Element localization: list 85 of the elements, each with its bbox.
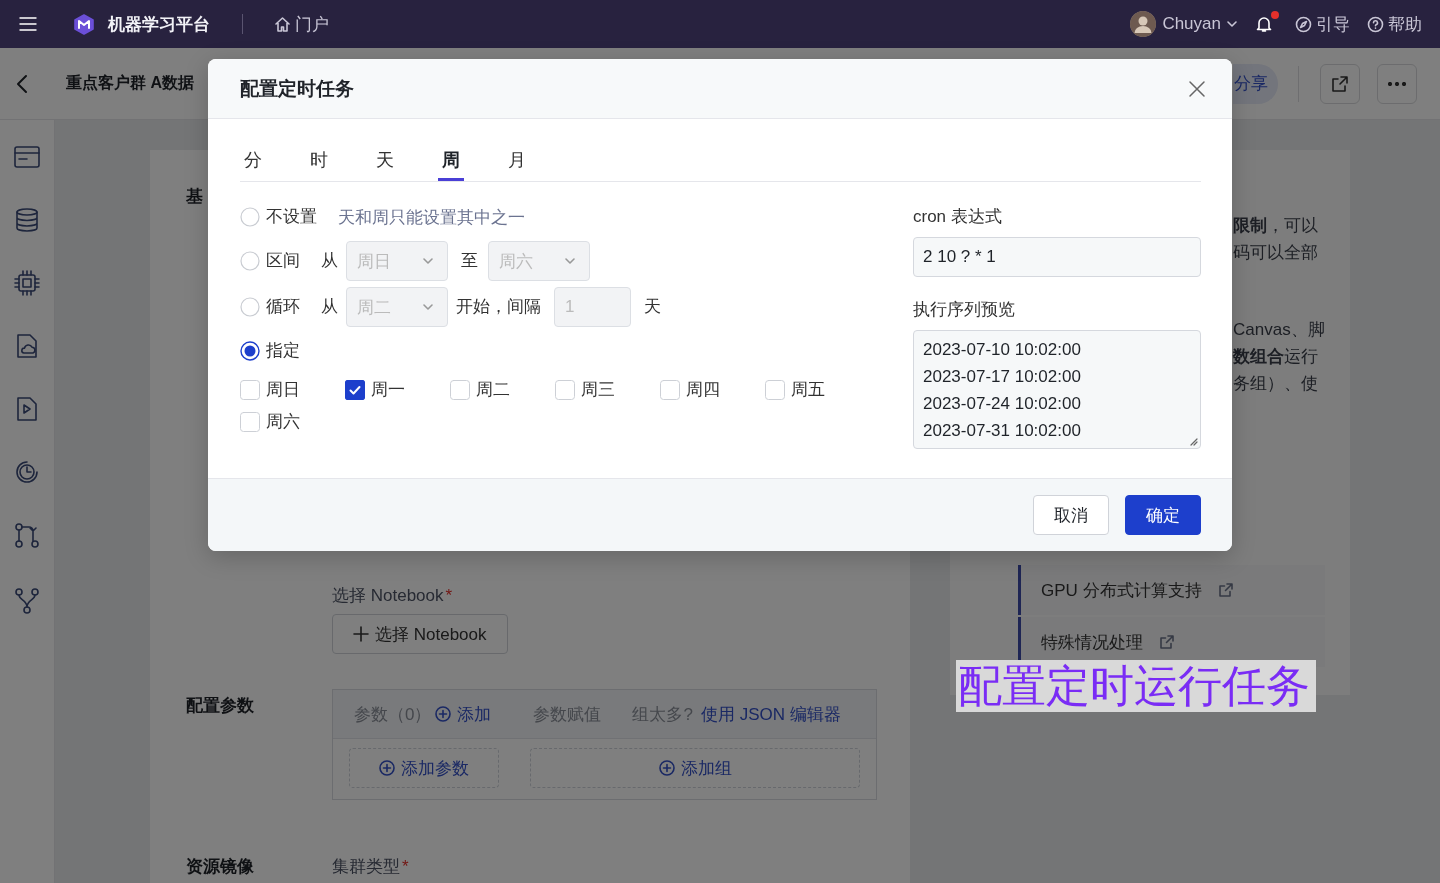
- play-file-icon[interactable]: [15, 396, 39, 422]
- field-label: cron 表达式: [913, 206, 1003, 228]
- user-menu[interactable]: Chuyan: [1162, 14, 1239, 34]
- field-label: 选择 Notebook: [332, 586, 444, 605]
- cancel-button[interactable]: 取消: [1033, 495, 1109, 535]
- preview-line: 2023-07-10 10:02:00: [923, 339, 1082, 361]
- help-text: 数组合运行: [1233, 346, 1319, 368]
- tab[interactable]: 天: [372, 119, 398, 181]
- required-mark: *: [402, 857, 409, 876]
- tab[interactable]: 周: [438, 119, 464, 181]
- checkbox-label: 周日: [266, 379, 300, 401]
- add-param-button[interactable]: 添加参数: [349, 748, 499, 788]
- close-icon: [1188, 79, 1206, 98]
- tab[interactable]: 月: [504, 119, 530, 181]
- radio-label: 不设置: [266, 206, 317, 228]
- radio-label: 区间: [266, 250, 300, 272]
- help-link[interactable]: 帮助: [1367, 12, 1422, 36]
- compass-icon: [1295, 15, 1312, 33]
- select-notebook-button[interactable]: 选择 Notebook: [332, 614, 508, 654]
- preview-line: 2023-07-17 10:02:00: [923, 366, 1082, 388]
- ok-button[interactable]: 确定: [1125, 495, 1201, 535]
- more-button[interactable]: [1377, 63, 1417, 104]
- plus-circle-icon: [379, 760, 395, 776]
- external-link-icon: [1217, 582, 1234, 598]
- caption-text: 配置定时运行任务: [956, 660, 1316, 712]
- home-icon: [274, 15, 291, 33]
- tab[interactable]: 时: [306, 119, 332, 181]
- required-mark: *: [445, 586, 453, 605]
- bell-icon[interactable]: [1255, 15, 1273, 33]
- page-title: 重点客户群 A数据: [66, 73, 194, 93]
- plus-circle-icon: [435, 706, 452, 722]
- resize-grip-icon: [1190, 438, 1198, 446]
- export-icon: [1331, 74, 1349, 93]
- to-label: 至: [461, 250, 478, 272]
- menu-icon[interactable]: [19, 17, 37, 31]
- help-text: Canvas、脚: [1233, 319, 1326, 341]
- preview-line: 2023-07-31 10:02:00: [923, 420, 1082, 442]
- from-label: 从: [321, 296, 338, 318]
- add-group-button[interactable]: 添加组: [530, 748, 860, 788]
- more-icon: [1388, 81, 1406, 86]
- radio-button[interactable]: [240, 341, 260, 361]
- checkbox-label: 周二: [476, 379, 510, 401]
- avatar-icon: [1130, 11, 1157, 37]
- help-text: 码可以全部: [1233, 242, 1319, 264]
- checkbox-label: 周三: [581, 379, 615, 401]
- checkbox-label: 周六: [266, 411, 300, 433]
- clock-icon[interactable]: [14, 459, 40, 485]
- logo-icon: [72, 12, 96, 36]
- hint-text: 天和周只能设置其中之一: [338, 206, 525, 229]
- unit-label: 天: [644, 296, 661, 318]
- preview-line: 2023-07-24 10:02:00: [923, 393, 1082, 415]
- tab[interactable]: 分: [240, 119, 266, 181]
- interval-label: 开始，间隔: [456, 296, 541, 318]
- external-link-icon: [1159, 634, 1175, 650]
- folder-icon[interactable]: [13, 144, 41, 170]
- field-label: 执行序列预览: [913, 299, 1016, 321]
- portal-link[interactable]: 门户: [274, 12, 329, 36]
- section-label: 配置参数: [186, 695, 255, 717]
- field-label: 集群类型: [332, 857, 400, 876]
- flow-icon[interactable]: [13, 522, 41, 550]
- plus-icon: [353, 626, 369, 642]
- section-label: 基: [186, 186, 204, 208]
- app-name: 机器学习平台: [108, 13, 210, 36]
- checkbox[interactable]: [345, 380, 365, 400]
- guide-link[interactable]: 引导: [1295, 12, 1350, 36]
- plus-circle-icon: [658, 760, 675, 776]
- checkbox-label: 周四: [686, 379, 720, 401]
- database-icon[interactable]: [14, 207, 40, 233]
- chip-icon[interactable]: [14, 270, 40, 296]
- radio-label: 循环: [266, 296, 300, 318]
- help-text: 限制，可以: [1233, 215, 1319, 237]
- checkbox-label: 周五: [791, 379, 825, 401]
- checkbox-label: 周一: [371, 379, 405, 401]
- back-icon[interactable]: [16, 73, 28, 94]
- file-cloud-icon[interactable]: [15, 333, 39, 359]
- branch-icon[interactable]: [14, 587, 40, 615]
- help-text: 务组）、使: [1233, 373, 1319, 395]
- dialog-title: 配置定时任务: [240, 76, 355, 101]
- cron-field[interactable]: 2 10 ? * 1: [913, 237, 1201, 277]
- radio-label: 指定: [266, 340, 300, 362]
- close-button[interactable]: [1188, 79, 1206, 98]
- help-icon: [1367, 15, 1384, 33]
- section-label: 资源镜像: [186, 856, 255, 878]
- from-label: 从: [321, 250, 338, 272]
- export-button[interactable]: [1320, 63, 1360, 104]
